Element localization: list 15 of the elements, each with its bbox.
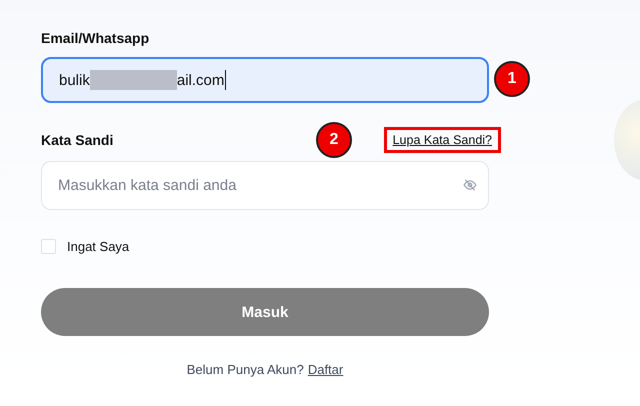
field-value: bulik	[59, 72, 90, 88]
field-value: ail.com	[176, 72, 224, 88]
signup-link[interactable]: Daftar	[308, 362, 344, 377]
forgot-password-link[interactable]: Lupa Kata Sandi?	[384, 127, 501, 153]
step-marker: 2	[316, 122, 352, 158]
field-label: Kata Sandi	[41, 132, 114, 148]
text-cursor	[225, 70, 226, 90]
password-field[interactable]: Masukkan kata sandi anda	[41, 161, 489, 210]
email-field[interactable]: bulik ail.com	[41, 57, 489, 103]
checkbox-label: Ingat Saya	[67, 239, 130, 254]
step-marker: 1	[494, 61, 530, 97]
field-label: Email/Whatsapp	[41, 30, 150, 46]
remember-checkbox[interactable]	[41, 239, 56, 254]
signup-prompt: Belum Punya Akun?	[186, 362, 304, 377]
hidden-eye-icon[interactable]	[463, 178, 477, 192]
